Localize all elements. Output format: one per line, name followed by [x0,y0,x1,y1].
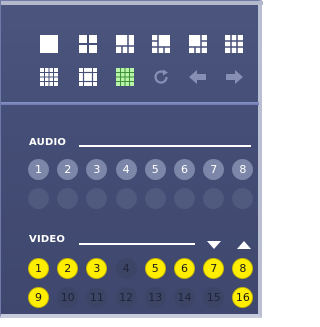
audio-channel-button[interactable] [232,188,254,209]
video-channel-button[interactable]: 12 [115,287,137,308]
video-channel-button[interactable]: 2 [57,258,79,279]
layout-1-plus-3-icon[interactable] [115,34,135,54]
audio-channel-button[interactable]: 2 [57,159,79,180]
audio-title-rule [79,145,251,147]
video-channel-button[interactable]: 1 [28,258,49,279]
layout-1-plus-5-icon[interactable] [188,34,208,54]
video-channel-button[interactable]: 9 [28,287,49,308]
audio-channel-button[interactable] [57,188,79,209]
arrow-down-icon[interactable] [207,235,221,249]
audio-channel-button[interactable]: 3 [86,159,108,180]
audio-channel-button[interactable]: 8 [232,159,254,180]
video-channel-button[interactable]: 10 [57,287,79,308]
layout-1-plus-7-icon[interactable] [78,67,98,87]
video-channel-button[interactable]: 11 [86,287,108,308]
audio-channel-button[interactable] [203,188,225,209]
arrow-up-icon[interactable] [237,235,251,249]
video-channel-button[interactable]: 6 [174,258,195,279]
video-channel-button[interactable]: 7 [203,258,225,279]
refresh-icon[interactable] [151,67,171,87]
previous-arrow-icon[interactable] [188,67,208,87]
layout-3x3-alt-icon[interactable] [151,34,171,54]
video-channel-button[interactable]: 3 [86,258,108,279]
audio-channel-button[interactable] [28,188,49,209]
video-channel-button[interactable]: 8 [232,258,254,279]
video-title-rule [79,243,195,245]
audio-channel-button[interactable] [86,188,108,209]
video-channel-button[interactable]: 14 [174,287,195,308]
toolbar-separator [1,102,259,105]
video-section-title: VIDEO [29,234,66,245]
audio-channel-button[interactable]: 7 [203,159,225,180]
layout-1x1-icon[interactable] [39,34,59,54]
video-channel-button[interactable]: 15 [203,287,225,308]
layout-3x3-icon[interactable] [224,34,244,54]
audio-channel-button[interactable]: 1 [28,159,49,180]
video-channel-button[interactable]: 4 [115,258,137,279]
audio-channel-button[interactable] [144,188,166,209]
next-arrow-icon[interactable] [224,67,244,87]
audio-channel-button[interactable]: 6 [174,159,195,180]
audio-channel-button[interactable]: 4 [115,159,137,180]
layout-4x4-icon[interactable] [39,67,59,87]
layout-2x2-icon[interactable] [78,34,98,54]
audio-channel-button[interactable]: 5 [144,159,166,180]
panel-top-border [1,1,263,5]
audio-channel-button[interactable] [115,188,137,209]
video-channel-button[interactable]: 13 [144,287,166,308]
video-channel-button[interactable]: 16 [232,287,254,308]
audio-channel-button[interactable] [174,188,195,209]
audio-section-title: AUDIO [29,137,67,148]
control-panel: AUDIO 12345678 VIDEO 12345678 9 10 11 12 13 1… [0,0,263,318]
video-channel-button[interactable]: 5 [144,258,166,279]
layout-4x4-selected-icon[interactable] [115,67,135,87]
